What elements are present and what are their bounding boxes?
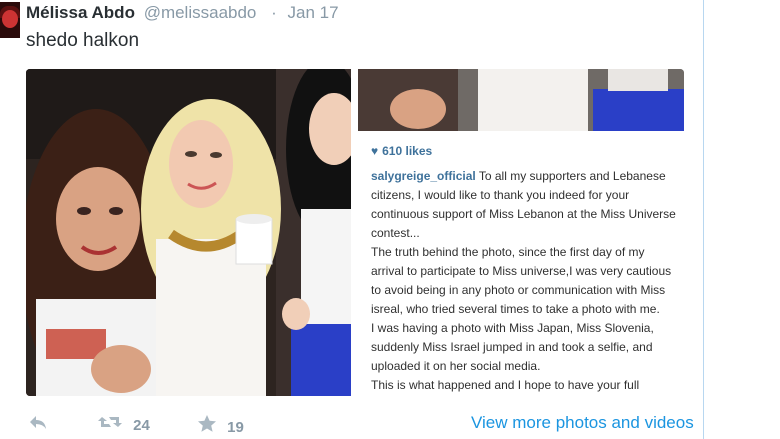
caption-text-4: This is what happened and I hope to have… [371,378,640,392]
heart-icon: ♥ [371,144,379,158]
tweet-date[interactable]: Jan 17 [288,3,339,22]
header-separator: · [271,3,277,22]
retweet-icon [98,417,122,427]
author-avatar[interactable] [0,2,20,38]
caption-text-3: I was having a photo with Miss Japan, Mi… [371,321,654,373]
tweet-photo[interactable] [26,69,351,396]
likes-count: 610 likes [382,144,433,158]
avatar-face [2,10,18,28]
instagram-photo [358,69,684,131]
view-more-link[interactable]: View more photos and videos [471,413,694,433]
instagram-caption: salygreige_official To all my supporters… [371,167,676,395]
tweet-text: shedo halkon [26,30,140,51]
caption-text-2: The truth behind the photo, since the fi… [371,245,672,316]
retweet-count: 24 [133,417,150,434]
caption-line-1: salygreige_official To all my supporters… [371,167,676,243]
tweet-header: Mélissa Abdo @melissaabdo · Jan 17 [26,3,339,23]
selfie-photo [26,69,351,396]
star-icon [198,415,216,432]
favorite-button[interactable]: 19 [197,414,244,436]
retweet-button[interactable]: 24 [97,414,150,434]
reply-button[interactable] [28,414,48,434]
favorite-count: 19 [227,419,244,436]
author-handle[interactable]: @melissaabdo [144,3,257,22]
author-name[interactable]: Mélissa Abdo [26,3,135,22]
instagram-likes: ♥ 610 likes [371,144,432,158]
reply-icon [30,416,46,429]
instagram-username[interactable]: salygreige_official [371,169,476,183]
instagram-embed[interactable]: ♥ 610 likes salygreige_official To all my… [356,69,684,396]
instagram-photo-image [358,69,684,131]
right-column [704,0,780,439]
